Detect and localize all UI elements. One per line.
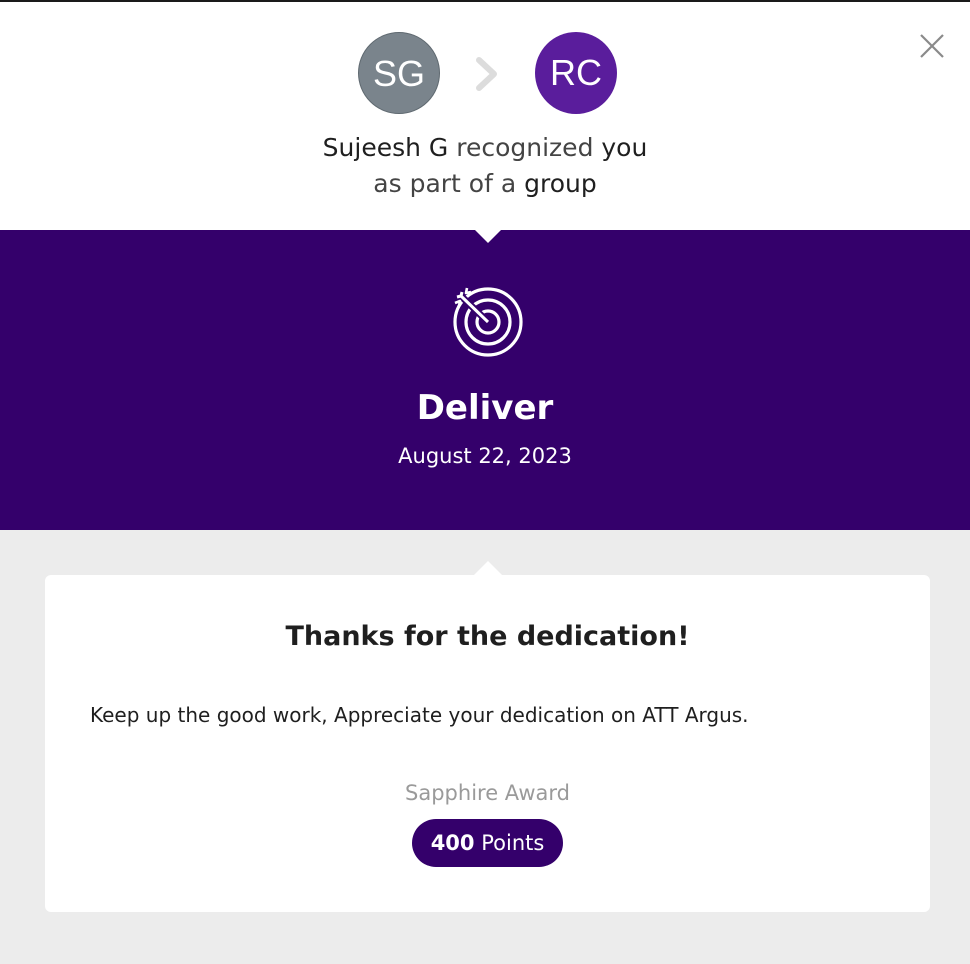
value-banner [0,230,970,530]
points-value: 400 [430,831,475,855]
points-label: Points [481,831,545,855]
value-title: Deliver [416,388,554,428]
award-name: Sapphire Award [405,781,570,805]
headline-verb: recognized [456,133,594,162]
sender-avatar[interactable]: SG [358,32,440,114]
receiver-avatar[interactable]: RC [535,32,617,114]
recognition-date: August 22, 2023 [398,444,572,468]
recognition-headline: Sujeesh G recognized you as part of a gr… [0,130,970,202]
headline-line-2: as part of a group [0,166,970,202]
headline-group: group [524,169,597,198]
message-card: Thanks for the dedication! Keep up the g… [45,575,930,912]
message-body: Keep up the good work, Appreciate your d… [90,703,749,727]
sender-name[interactable]: Sujeesh G [323,133,449,162]
avatar-row: SG RC [0,32,970,116]
header-pointer [475,230,501,243]
headline-object: you [601,133,648,162]
target-icon [453,287,523,357]
chevron-right-icon [476,57,497,91]
points-badge: 400 Points [412,819,563,867]
headline-line-1: Sujeesh G recognized you [0,130,970,166]
headline-line2-prefix: as part of a [373,169,517,198]
card-pointer [473,561,503,576]
recognition-header: SG RC Sujeesh G recognized you as part o… [0,2,970,230]
recognition-modal: SG RC Sujeesh G recognized you as part o… [0,0,970,964]
message-title: Thanks for the dedication! [285,621,690,652]
